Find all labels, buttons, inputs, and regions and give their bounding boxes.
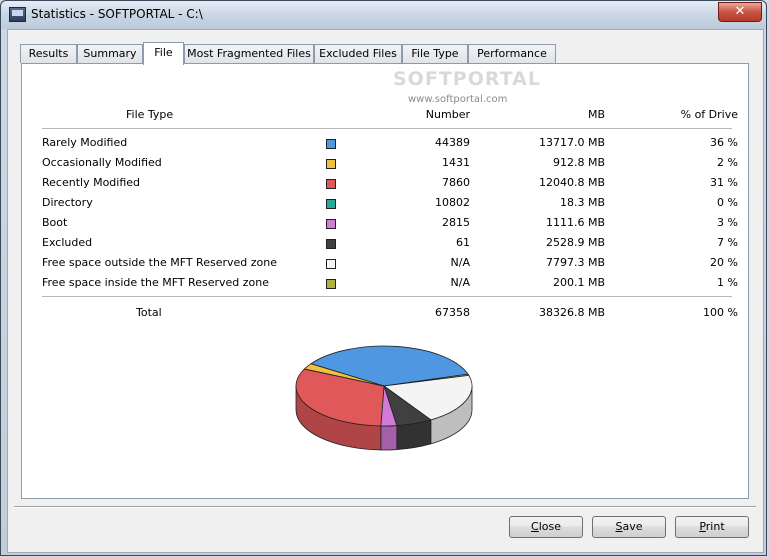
row-type-label: Rarely Modified	[42, 136, 128, 149]
header-mb: MB	[587, 108, 605, 121]
close-button-label: Close	[531, 520, 561, 533]
row-type-label: Recently Modified	[42, 176, 141, 189]
total-percent: 100 %	[703, 306, 738, 319]
row-mb: 200.1 MB	[552, 276, 605, 289]
tab-results[interactable]: Results	[20, 44, 77, 63]
pie-chart-svg	[295, 345, 473, 451]
header-percent: % of Drive	[680, 108, 738, 121]
save-button[interactable]: Save	[592, 516, 666, 538]
row-type-label: Directory	[42, 196, 93, 209]
row-percent: 1 %	[717, 276, 738, 289]
row-mb: 13717.0 MB	[538, 136, 605, 149]
row-color-swatch	[326, 199, 336, 209]
title-bar[interactable]: Statistics - SOFTPORTAL - C:\ ✕	[1, 1, 766, 29]
row-percent: 0 %	[717, 196, 738, 209]
app-icon	[9, 7, 26, 22]
tab-summary[interactable]: Summary	[77, 44, 143, 63]
statistics-window: Statistics - SOFTPORTAL - C:\ ✕ Results …	[0, 0, 767, 556]
row-mb: 2528.9 MB	[545, 236, 605, 249]
row-color-swatch	[326, 179, 336, 189]
row-type-label: Excluded	[42, 236, 93, 249]
tab-most-fragmented-files[interactable]: Most Fragmented Files	[184, 44, 314, 63]
row-percent: 20 %	[710, 256, 738, 269]
pie-slice-side	[380, 425, 398, 451]
row-percent: 31 %	[710, 176, 738, 189]
row-type-label: Boot	[42, 216, 68, 229]
drive-usage-pie-chart	[284, 334, 484, 464]
window-close-button[interactable]: ✕	[718, 2, 762, 22]
row-color-swatch	[326, 259, 336, 269]
row-number: 7860	[442, 176, 470, 189]
row-number: N/A	[450, 256, 470, 269]
row-percent: 7 %	[717, 236, 738, 249]
save-button-label: Save	[615, 520, 643, 533]
row-mb: 12040.8 MB	[538, 176, 605, 189]
row-mb: 1111.6 MB	[545, 216, 605, 229]
total-mb: 38326.8 MB	[538, 306, 605, 319]
tab-excluded-files[interactable]: Excluded Files	[314, 44, 402, 63]
row-number: 1431	[442, 156, 470, 169]
row-color-swatch	[326, 139, 336, 149]
print-button-label: Print	[699, 520, 725, 533]
row-number: 61	[456, 236, 470, 249]
total-divider	[42, 296, 732, 297]
file-stats-panel: SOFTPORTAL www.softportal.com File Type …	[21, 63, 749, 499]
header-file-type: File Type	[126, 108, 174, 121]
total-number: 67358	[435, 306, 470, 319]
row-mb: 912.8 MB	[552, 156, 605, 169]
tab-file-type[interactable]: File Type	[402, 44, 468, 63]
header-number: Number	[425, 108, 470, 121]
total-label: Total	[136, 306, 162, 319]
row-percent: 2 %	[717, 156, 738, 169]
row-type-label: Free space outside the MFT Reserved zone	[42, 256, 277, 269]
row-type-label: Occasionally Modified	[42, 156, 162, 169]
row-color-swatch	[326, 159, 336, 169]
row-number: 44389	[435, 136, 470, 149]
dialog-client-area: Results Summary File Most Fragmented Fil…	[7, 29, 764, 553]
row-type-label: Free space inside the MFT Reserved zone	[42, 276, 269, 289]
row-percent: 36 %	[710, 136, 738, 149]
button-row-divider	[14, 506, 756, 508]
row-mb: 7797.3 MB	[545, 256, 605, 269]
close-button[interactable]: Close	[509, 516, 583, 538]
tab-performance[interactable]: Performance	[468, 44, 556, 63]
print-button[interactable]: Print	[675, 516, 749, 538]
tab-file[interactable]: File	[143, 42, 184, 65]
watermark-url: www.softportal.com	[408, 94, 508, 105]
row-color-swatch	[326, 279, 336, 289]
row-number: N/A	[450, 276, 470, 289]
row-number: 10802	[435, 196, 470, 209]
row-color-swatch	[326, 219, 336, 229]
row-mb: 18.3 MB	[559, 196, 605, 209]
header-divider	[42, 128, 732, 129]
watermark-logo: SOFTPORTAL	[393, 68, 541, 90]
row-number: 2815	[442, 216, 470, 229]
row-percent: 3 %	[717, 216, 738, 229]
window-title: Statistics - SOFTPORTAL - C:\	[31, 7, 203, 21]
row-color-swatch	[326, 239, 336, 249]
